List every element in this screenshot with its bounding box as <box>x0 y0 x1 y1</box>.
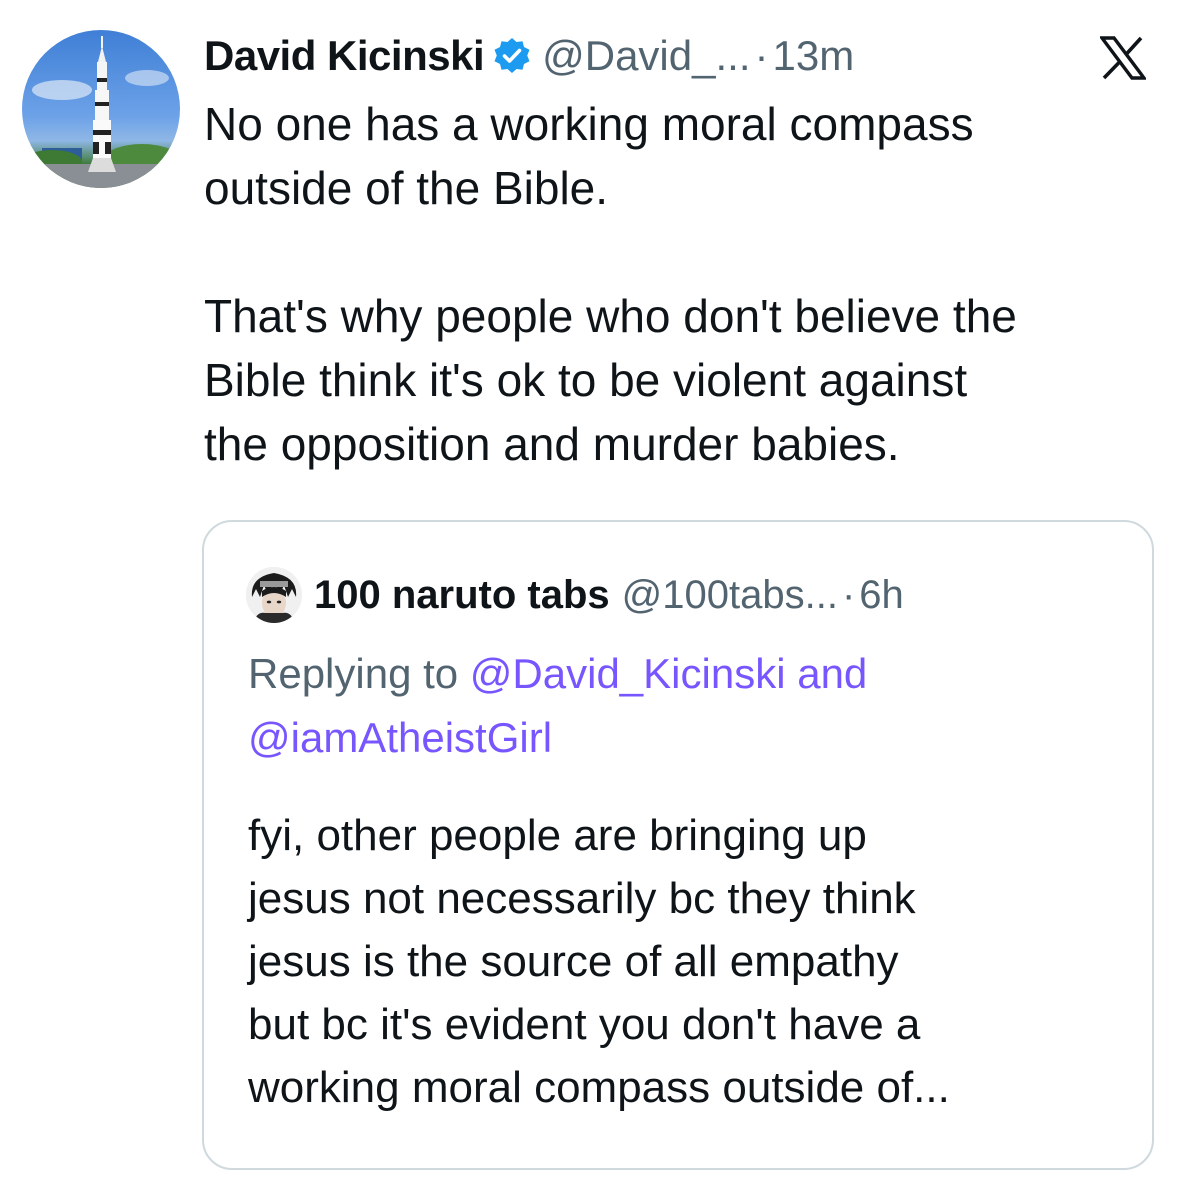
separator-dot: · <box>754 32 769 79</box>
anime-character-avatar <box>246 567 302 623</box>
quoted-tweet[interactable]: 100 naruto tabs @100tabs... · 6h Replyin… <box>202 520 1154 1170</box>
mention-link[interactable]: @iamAtheistGirl <box>248 714 552 761</box>
quoted-tweet-text: fyi, other people are bringing up jesus … <box>248 811 950 1112</box>
author-avatar[interactable] <box>22 30 180 188</box>
tweet-text: No one has a working moral compass outsi… <box>204 98 1017 470</box>
quoted-tweet-header: 100 naruto tabs @100tabs... · 6h <box>246 567 904 623</box>
tweet-timestamp[interactable]: 13m <box>773 32 855 80</box>
x-logo-icon[interactable] <box>1098 36 1148 80</box>
author-name[interactable]: David Kicinski <box>204 32 485 80</box>
author-handle[interactable]: @David_... <box>542 32 750 80</box>
quoted-separator-dot: · <box>841 572 856 617</box>
reply-conjunction: and <box>785 650 868 697</box>
verified-badge-icon <box>492 36 532 76</box>
rocket-photo-avatar <box>22 36 180 188</box>
mention-link[interactable]: @David_Kicinski <box>470 650 786 697</box>
quoted-author-avatar[interactable] <box>246 567 302 623</box>
tweet-header: David Kicinski @David_... · 13m <box>204 26 854 86</box>
quoted-author-name[interactable]: 100 naruto tabs <box>314 573 610 618</box>
tweet[interactable]: David Kicinski @David_... · 13m No one h… <box>0 0 1180 1200</box>
replying-to-line: Replying to @David_Kicinski and @iamAthe… <box>248 642 1128 770</box>
quoted-author-handle[interactable]: @100tabs... <box>622 573 838 618</box>
replying-prefix: Replying to <box>248 650 470 697</box>
quoted-tweet-timestamp[interactable]: 6h <box>859 573 904 618</box>
